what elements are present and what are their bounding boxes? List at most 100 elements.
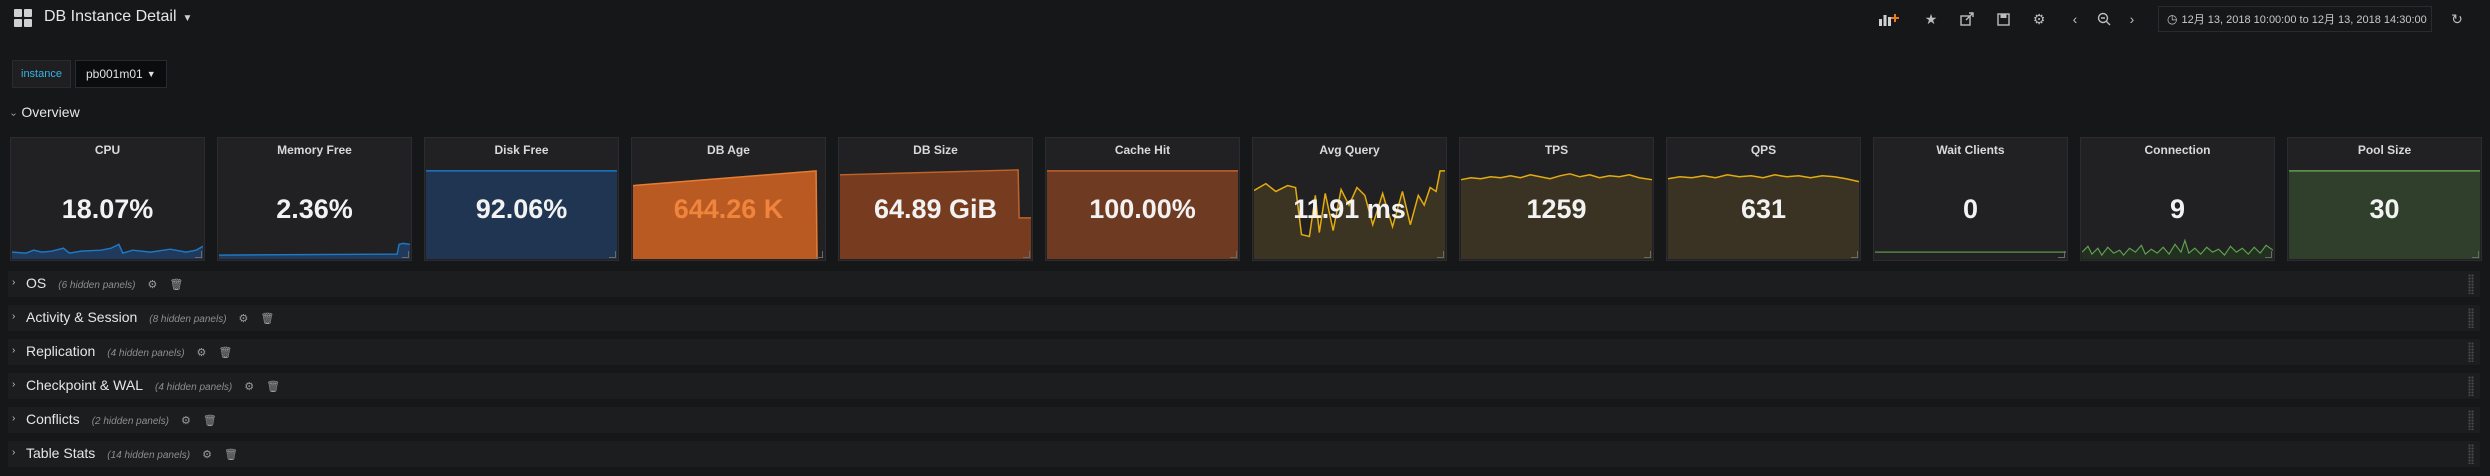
panel-title: Avg Query bbox=[1319, 143, 1380, 157]
gear-icon[interactable]: ⚙ bbox=[244, 381, 254, 393]
resize-handle[interactable] bbox=[1851, 251, 1858, 258]
panel-title: CPU bbox=[94, 143, 121, 157]
resize-handle[interactable] bbox=[2058, 251, 2065, 258]
panel-title: DB Size bbox=[913, 143, 958, 157]
resize-handle[interactable] bbox=[1644, 251, 1651, 258]
trash-icon[interactable]: 🗑 bbox=[260, 313, 274, 325]
add-panel-button[interactable] bbox=[1874, 5, 1904, 33]
instance-select[interactable]: pb001m01 ▼ bbox=[74, 60, 167, 88]
panel-wait-clients[interactable]: Wait Clients 0 bbox=[1873, 137, 2068, 261]
dashboard-title-text: DB Instance Detail bbox=[44, 8, 177, 25]
row-title: OS bbox=[26, 275, 47, 291]
panel-qps[interactable]: QPS 631 bbox=[1666, 137, 1861, 261]
row-replication[interactable]: › Replication (4 hidden panels) ⚙ 🗑 bbox=[8, 339, 2480, 365]
template-variables: instance pb001m01 ▼ bbox=[12, 60, 167, 88]
panel-db-age[interactable]: DB Age 644.26 K bbox=[631, 137, 826, 261]
panel-value: 9 bbox=[2169, 194, 2186, 224]
resize-handle[interactable] bbox=[2472, 251, 2479, 258]
row-overview-title: Overview bbox=[21, 104, 80, 120]
panel-title: QPS bbox=[1750, 143, 1777, 157]
drag-handle[interactable] bbox=[2468, 444, 2474, 464]
top-navbar: DB Instance Detail ▼ ★ ⚙ ‹ › ◷ 12月 13, 201… bbox=[0, 0, 2490, 40]
gear-icon[interactable]: ⚙ bbox=[239, 313, 249, 325]
drag-handle[interactable] bbox=[2468, 410, 2474, 430]
resize-handle[interactable] bbox=[609, 251, 616, 258]
zoom-out-button[interactable] bbox=[2090, 5, 2118, 33]
trash-icon[interactable]: 🗑 bbox=[224, 449, 238, 461]
row-activity-session[interactable]: › Activity & Session (8 hidden panels) ⚙ 🗑 bbox=[8, 305, 2480, 331]
panel-title: TPS bbox=[1544, 143, 1569, 157]
row-title: Replication bbox=[26, 343, 96, 359]
hidden-panels-count: (4 hidden panels) bbox=[107, 348, 185, 359]
gear-icon[interactable]: ⚙ bbox=[197, 347, 207, 359]
panel-title: Connection bbox=[2144, 143, 2211, 157]
drag-handle[interactable] bbox=[2468, 308, 2474, 328]
row-table-stats[interactable]: › Table Stats (14 hidden panels) ⚙ 🗑 bbox=[8, 441, 2480, 467]
drag-handle[interactable] bbox=[2468, 376, 2474, 396]
panel-value: 0 bbox=[1962, 194, 1979, 224]
row-title: Checkpoint & WAL bbox=[26, 377, 143, 393]
trash-icon[interactable]: 🗑 bbox=[169, 279, 183, 291]
row-checkpoint-wal[interactable]: › Checkpoint & WAL (4 hidden panels) ⚙ 🗑 bbox=[8, 373, 2480, 399]
clock-icon: ◷ bbox=[2167, 12, 2178, 26]
resize-handle[interactable] bbox=[1230, 251, 1237, 258]
resize-handle[interactable] bbox=[195, 251, 202, 258]
dashboard-title[interactable]: DB Instance Detail ▼ bbox=[44, 8, 192, 26]
panel-value: 631 bbox=[1740, 194, 1787, 224]
row-title: Conflicts bbox=[26, 411, 80, 427]
hidden-panels-count: (4 hidden panels) bbox=[154, 382, 233, 393]
chevron-right-icon: › bbox=[12, 379, 16, 390]
refresh-button[interactable]: ↻ bbox=[2442, 5, 2472, 33]
resize-handle[interactable] bbox=[1023, 251, 1030, 258]
panel-title: DB Age bbox=[707, 143, 750, 157]
share-button[interactable] bbox=[1952, 5, 1982, 33]
drag-handle[interactable] bbox=[2468, 342, 2474, 362]
zoom-out-icon bbox=[2097, 12, 2111, 26]
panel-value: 100.00% bbox=[1089, 194, 1196, 224]
forward-icon: › bbox=[2129, 11, 2135, 27]
panel-disk-free[interactable]: Disk Free 92.06% bbox=[424, 137, 619, 261]
row-overview[interactable]: › Overview bbox=[8, 104, 80, 120]
hidden-panels-count: (14 hidden panels) bbox=[107, 450, 191, 461]
panel-value: 2.36% bbox=[276, 194, 353, 224]
save-icon bbox=[1996, 12, 2010, 26]
star-button[interactable]: ★ bbox=[1916, 5, 1946, 33]
panel-db-size[interactable]: DB Size 64.89 GiB bbox=[838, 137, 1033, 261]
row-conflicts[interactable]: › Conflicts (2 hidden panels) ⚙ 🗑 bbox=[8, 407, 2480, 433]
panel-cpu[interactable]: CPU 18.07% bbox=[10, 137, 205, 261]
refresh-icon: ↻ bbox=[2451, 10, 2463, 27]
panel-memory-free[interactable]: Memory Free 2.36% bbox=[217, 137, 412, 261]
save-button[interactable] bbox=[1988, 5, 2018, 33]
trash-icon[interactable]: 🗑 bbox=[218, 347, 232, 359]
add-panel-icon bbox=[1879, 14, 1899, 26]
gear-icon[interactable]: ⚙ bbox=[181, 415, 191, 427]
dashboards-grid-icon[interactable] bbox=[14, 9, 32, 27]
time-range-text: 12月 13, 2018 10:00:00 to 12月 13, 2018 14… bbox=[2181, 14, 2427, 26]
time-forward-button[interactable]: › bbox=[2120, 5, 2144, 33]
gear-icon[interactable]: ⚙ bbox=[148, 279, 158, 291]
resize-handle[interactable] bbox=[1437, 251, 1444, 258]
panel-value: 92.06% bbox=[475, 194, 568, 224]
gear-icon[interactable]: ⚙ bbox=[202, 449, 212, 461]
panel-cache-hit[interactable]: Cache Hit 100.00% bbox=[1045, 137, 1240, 261]
trash-icon[interactable]: 🗑 bbox=[203, 415, 217, 427]
panel-value: 64.89 GiB bbox=[873, 194, 998, 224]
resize-handle[interactable] bbox=[2265, 251, 2272, 258]
resize-handle[interactable] bbox=[816, 251, 823, 258]
panel-title: Memory Free bbox=[277, 143, 352, 157]
row-os[interactable]: › OS (6 hidden panels) ⚙ 🗑 bbox=[8, 271, 2480, 297]
time-back-button[interactable]: ‹ bbox=[2063, 5, 2087, 33]
panel-tps[interactable]: TPS 1259 bbox=[1459, 137, 1654, 261]
trash-icon[interactable]: 🗑 bbox=[266, 381, 280, 393]
drag-handle[interactable] bbox=[2468, 274, 2474, 294]
panel-pool-size[interactable]: Pool Size 30 bbox=[2287, 137, 2482, 261]
chevron-right-icon: › bbox=[12, 345, 16, 356]
overview-panels: CPU 18.07% Memory Free 2.36% Disk Free 9… bbox=[10, 137, 2482, 261]
resize-handle[interactable] bbox=[402, 251, 409, 258]
panel-connection[interactable]: Connection 9 bbox=[2080, 137, 2275, 261]
settings-button[interactable]: ⚙ bbox=[2024, 5, 2054, 33]
chevron-right-icon: › bbox=[12, 277, 16, 288]
chevron-down-icon: ▼ bbox=[182, 13, 193, 24]
time-range-picker[interactable]: ◷ 12月 13, 2018 10:00:00 to 12月 13, 2018 1… bbox=[2158, 6, 2432, 32]
panel-avg-query[interactable]: Avg Query 11.91 ms bbox=[1252, 137, 1447, 261]
